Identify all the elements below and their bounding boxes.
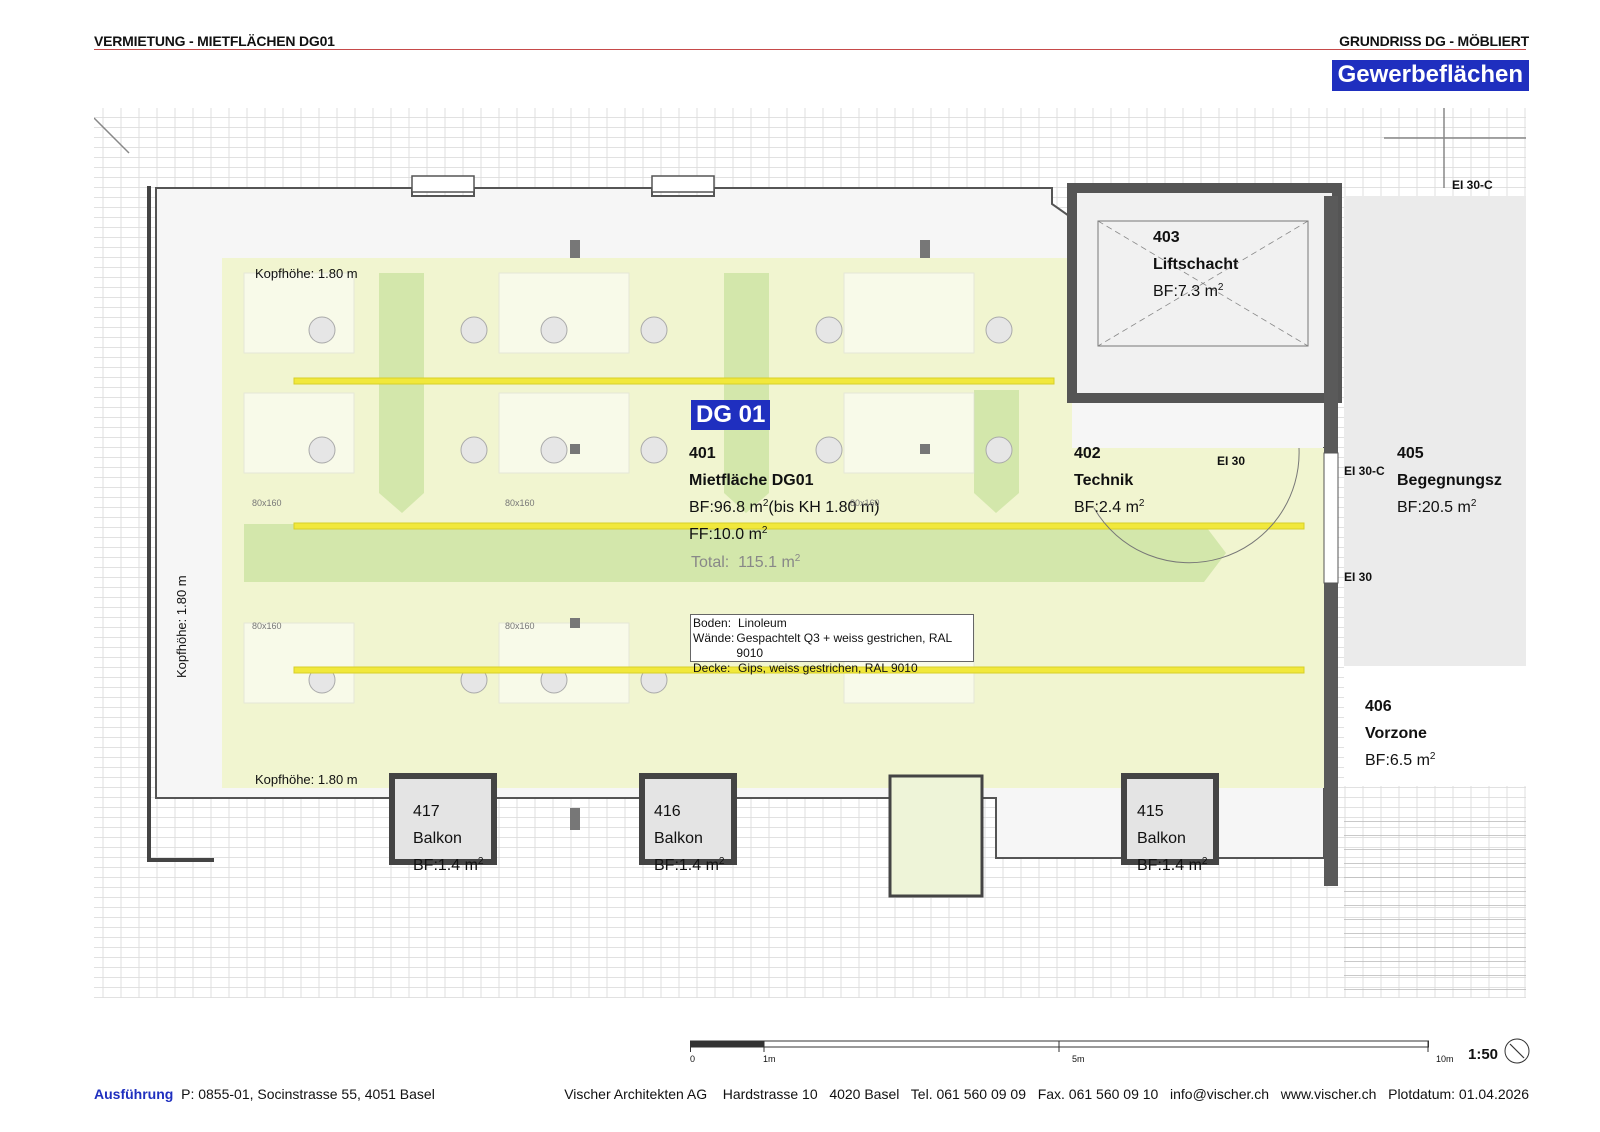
plan-title: GRUNDRISS DG - MÖBLIERT (1339, 33, 1529, 49)
finish-row-walls: Wände: Gespachtelt Q3 + weiss gestrichen,… (693, 631, 973, 661)
room-406-area-unit: 2 (1429, 751, 1436, 762)
scale-tick-1m: 1m (763, 1054, 776, 1064)
room-401-number: 401 (689, 445, 716, 462)
fire-rating-ei30-door: EI 30 (1217, 454, 1246, 468)
scale-tick-10m: 10m (1436, 1054, 1454, 1064)
room-416-area-unit: 2 (718, 856, 725, 867)
desk-size-label: 80x160 (505, 498, 535, 508)
room-401-ff: FF:10.0 m (689, 526, 762, 543)
firm-name: Vischer Architekten AG (564, 1086, 708, 1102)
unit-tag: DG 01 (691, 400, 771, 430)
headroom-label-bottom: Kopfhöhe: 1.80 m (255, 772, 358, 787)
room-402-name: Technik (1074, 472, 1134, 489)
room-417-area-unit: 2 (477, 856, 484, 867)
room-406-area: BF:6.5 m (1365, 752, 1430, 769)
room-401-ff-unit: 2 (761, 525, 768, 536)
fire-rating-ei30c-mid: EI 30-C (1344, 464, 1385, 478)
room-403-label: 403 Liftschacht BF:7.3 m2 (1153, 224, 1238, 305)
desk-size-label: 80x160 (850, 498, 880, 508)
desk-size-label: 80x160 (505, 621, 535, 631)
room-417-area: BF:1.4 m (413, 857, 478, 874)
room-405-area: BF:20.5 m (1397, 499, 1471, 516)
room-415-area: BF:1.4 m (1137, 857, 1202, 874)
room-416-area: BF:1.4 m (654, 857, 719, 874)
footer-left: Ausführung P: 0855-01, Socinstrasse 55, … (94, 1086, 435, 1102)
floor-plan-drawing (94, 108, 1526, 998)
door-ei30c (1323, 452, 1339, 584)
fire-rating-ei30-lower: EI 30 (1344, 570, 1373, 584)
room-401-label: 401 Mietfläche DG01 BF:96.8 m2(bis KH 1.… (689, 440, 880, 548)
firm-fax: Fax. 061 560 09 10 (1037, 1086, 1159, 1102)
room-416-name: Balkon (654, 830, 703, 847)
room-415-number: 415 (1137, 803, 1164, 820)
header-rule (94, 49, 1526, 50)
finish-value: Gips, weiss gestrichen, RAL 9010 (738, 661, 918, 675)
firm-email[interactable]: info@vischer.ch (1170, 1086, 1269, 1102)
room-401-total: Total: 115.1 m2 (691, 554, 800, 572)
finish-key: Wände: (693, 631, 735, 645)
room-401-area: BF:96.8 m (689, 499, 763, 516)
room-403-number: 403 (1153, 229, 1180, 246)
light-row-1 (293, 377, 1055, 385)
room-417-label: 417 Balkon BF:1.4 m2 (413, 798, 483, 879)
room-405-area-unit: 2 (1470, 498, 1477, 509)
firm-tel: Tel. 061 560 09 09 (910, 1086, 1027, 1102)
room-403-area: BF:7.3 m (1153, 283, 1218, 300)
room-402-area-unit: 2 (1138, 498, 1145, 509)
finish-value: Gespachtelt Q3 + weiss gestrichen, RAL 9… (736, 631, 952, 660)
total-label: Total: (691, 554, 730, 571)
finish-key: Decke: (693, 661, 731, 675)
firm-street: Hardstrasse 10 (722, 1086, 818, 1102)
headroom-label-top: Kopfhöhe: 1.80 m (255, 266, 358, 281)
headroom-label-left: Kopfhöhe: 1.80 m (174, 575, 189, 678)
room-415-name: Balkon (1137, 830, 1186, 847)
floor-plan: DG 01 401 Mietfläche DG01 BF:96.8 m2(bis… (94, 108, 1526, 998)
scale-tick-5m: 5m (1072, 1054, 1085, 1064)
fire-rating-ei30c-top: EI 30-C (1452, 178, 1493, 192)
finish-row-ceiling: Decke: Gips, weiss gestrichen, RAL 9010 (693, 661, 973, 676)
finish-row-floor: Boden: Linoleum (693, 616, 973, 631)
room-403-name: Liftschacht (1153, 256, 1239, 273)
scale-bar (690, 1040, 1429, 1052)
room-417-name: Balkon (413, 830, 462, 847)
room-405-name: Begegnungsz (1397, 472, 1502, 489)
room-415-area-unit: 2 (1201, 856, 1208, 867)
room-401-name: Mietfläche DG01 (689, 472, 814, 489)
room-402-area: BF:2.4 m (1074, 499, 1139, 516)
room-415-label: 415 Balkon BF:1.4 m2 (1137, 798, 1207, 879)
room-417-number: 417 (413, 803, 440, 820)
footer-label: Ausführung (94, 1086, 174, 1102)
firm-website[interactable]: www.vischer.ch (1281, 1086, 1377, 1102)
room-406-name: Vorzone (1365, 725, 1427, 742)
corridor-zone (1344, 196, 1526, 666)
total-value: 115.1 m (738, 554, 795, 571)
firm-city: 4020 Basel (829, 1086, 900, 1102)
room-406-label: 406 Vorzone BF:6.5 m2 (1365, 693, 1435, 774)
room-403-area-unit: 2 (1217, 282, 1224, 293)
category-badge: Gewerbeflächen (1331, 60, 1529, 91)
desk-size-label: 80x160 (252, 498, 282, 508)
scale-tick-0: 0 (690, 1054, 696, 1064)
room-402-label: 402 Technik BF:2.4 m2 (1074, 440, 1144, 521)
room-402-number: 402 (1074, 445, 1101, 462)
scale-ratio: 1:50 (1468, 1046, 1499, 1063)
total-unit: 2 (794, 553, 801, 564)
room-416-number: 416 (654, 803, 681, 820)
room-416-label: 416 Balkon BF:1.4 m2 (654, 798, 724, 879)
plot-date: Plotdatum: 01.04.2026 (1388, 1086, 1529, 1102)
desk-size-label: 80x160 (252, 621, 282, 631)
staircase (1344, 808, 1526, 998)
finish-key: Boden: (693, 616, 732, 630)
room-405-label: 405 Begegnungsz BF:20.5 m2 (1397, 440, 1502, 521)
footer-right: Vischer Architekten AG Hardstrasse 10 40… (564, 1086, 1529, 1102)
finish-value: Linoleum (738, 616, 787, 630)
room-406-number: 406 (1365, 698, 1392, 715)
north-arrow-icon (1504, 1038, 1530, 1064)
room-405-number: 405 (1397, 445, 1424, 462)
circulation-arrow-1 (379, 273, 424, 513)
sheet-title: VERMIETUNG - MIETFLÄCHEN DG01 (94, 33, 335, 49)
project-info: P: 0855-01, Socinstrasse 55, 4051 Basel (181, 1086, 435, 1102)
finishes-legend: Boden: Linoleum Wände: Gespachtelt Q3 + we… (690, 614, 974, 675)
